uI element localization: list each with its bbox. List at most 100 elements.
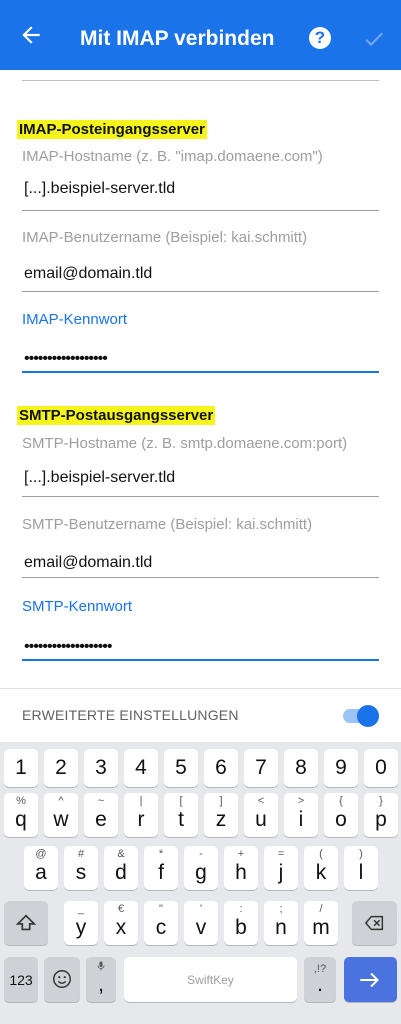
smtp-host-input[interactable]: [...].beispiel-server.tld xyxy=(24,469,175,487)
key-alt-label: ^ xyxy=(58,795,64,807)
key-label: u xyxy=(255,808,267,831)
key-label: z xyxy=(215,808,227,831)
key-k[interactable]: (k xyxy=(304,846,338,890)
key-n[interactable]: ; n xyxy=(264,901,298,945)
smtp-host-label: SMTP-Hostname (z. B. smtp.domaene.com:po… xyxy=(22,435,348,452)
advanced-settings-label: ERWEITERTE EINSTELLUNGEN xyxy=(22,707,239,723)
key-label: 2 xyxy=(55,756,67,779)
key-u[interactable]: < u xyxy=(244,793,278,837)
space-key[interactable]: SwiftKey xyxy=(124,957,297,1002)
enter-key[interactable] xyxy=(344,957,397,1002)
emoji-key[interactable] xyxy=(44,957,80,1002)
key-9[interactable]: 9 xyxy=(324,749,358,787)
key-alt-label: # xyxy=(77,848,85,860)
key-g[interactable]: -g xyxy=(184,846,218,890)
key-2[interactable]: 2 xyxy=(44,749,78,787)
backspace-key[interactable] xyxy=(352,901,397,945)
check-icon[interactable] xyxy=(362,27,386,51)
key-h[interactable]: + h xyxy=(224,846,258,890)
key-alt-label: : xyxy=(239,903,243,915)
comma-key[interactable]: , xyxy=(86,957,116,1002)
key-label: o xyxy=(335,808,347,831)
key-f[interactable]: * f xyxy=(144,846,178,890)
key-label: v xyxy=(195,916,207,939)
key-alt-label: < xyxy=(257,795,265,807)
key-7[interactable]: 7 xyxy=(244,749,278,787)
smtp-password-label: SMTP-Kennwort xyxy=(22,598,133,615)
imap-password-label: IMAP-Kennwort xyxy=(22,311,128,328)
key-1[interactable]: 1 xyxy=(4,749,38,787)
key-label: 9 xyxy=(335,756,347,779)
key-alt-label: & xyxy=(117,848,125,860)
key-alt-label: ' xyxy=(199,903,203,915)
key-l[interactable]: ) l xyxy=(344,846,378,890)
shift-key[interactable] xyxy=(4,901,48,945)
smtp-user-input[interactable]: email@domain.tld xyxy=(24,554,152,572)
key-0[interactable]: 0 xyxy=(364,749,398,787)
imap-host-label: IMAP-Hostname (z. B. "imap.domaene.com") xyxy=(22,148,323,165)
help-circle-icon[interactable]: ? xyxy=(309,27,331,49)
key-alt-label: / xyxy=(319,903,323,915)
key-z[interactable]: ] z xyxy=(204,793,238,837)
key-alt-label: + xyxy=(237,848,245,860)
key-alt-label: ) xyxy=(359,848,363,860)
smtp-password-input[interactable]: ••••••••••••••••••• xyxy=(24,638,112,656)
key-5[interactable]: 5 xyxy=(164,749,198,787)
key-y[interactable]: _ y xyxy=(64,901,98,945)
key-label: 1 xyxy=(15,756,27,779)
key-alt-label: ~ xyxy=(97,795,105,807)
key-label: q xyxy=(15,808,27,831)
imap-user-input[interactable]: email@domain.tld xyxy=(24,265,152,283)
key-b[interactable]: :b xyxy=(224,901,258,945)
advanced-settings-toggle[interactable] xyxy=(343,705,379,727)
imap-host-input[interactable]: [...].beispiel-server.tld xyxy=(24,180,175,198)
key-label: b xyxy=(235,916,247,939)
key-r[interactable]: | r xyxy=(124,793,158,837)
imap-password-input[interactable]: •••••••••••••••••• xyxy=(24,350,108,368)
key-v[interactable]: ' v xyxy=(184,901,218,945)
key-t[interactable]: [t xyxy=(164,793,198,837)
smtp-password-underline xyxy=(22,659,379,661)
key-label: 5 xyxy=(175,756,187,779)
key-alt-label: - xyxy=(199,848,203,860)
key-alt-label: _ xyxy=(77,903,85,915)
key-alt-label: € xyxy=(117,903,125,915)
key-alt-label: % xyxy=(16,795,26,807)
key-label: y xyxy=(75,916,87,939)
key-a[interactable]: @ a xyxy=(24,846,58,890)
key-w[interactable]: ^ w xyxy=(44,793,78,837)
key-q[interactable]: % q xyxy=(4,793,38,837)
key-i[interactable]: > i xyxy=(284,793,318,837)
key-3[interactable]: 3 xyxy=(84,749,118,787)
arrow-right-icon xyxy=(360,972,379,988)
key-alt-label: " xyxy=(159,903,163,915)
key-j[interactable]: = j xyxy=(264,846,298,890)
symbols-key[interactable]: 123 xyxy=(4,957,38,1002)
period-key[interactable]: ,!?. xyxy=(304,957,336,1002)
key-o[interactable]: {o xyxy=(324,793,358,837)
key-c[interactable]: " c xyxy=(144,901,178,945)
key-x[interactable]: € x xyxy=(104,901,138,945)
key-alt-label: > xyxy=(297,795,305,807)
key-label: m xyxy=(312,916,330,939)
key-label: f xyxy=(158,861,164,884)
key-label: 7 xyxy=(255,756,267,779)
key-label: j xyxy=(278,861,284,884)
key-d[interactable]: & d xyxy=(104,846,138,890)
arrow-left-icon[interactable] xyxy=(18,22,44,48)
key-label: x xyxy=(115,916,127,939)
key-6[interactable]: 6 xyxy=(204,749,238,787)
key-label: e xyxy=(95,808,107,831)
imap-user-underline xyxy=(22,291,379,292)
key-label: 0 xyxy=(375,756,387,779)
key-s[interactable]: # s xyxy=(64,846,98,890)
emoji-icon xyxy=(53,970,71,988)
key-4[interactable]: 4 xyxy=(124,749,158,787)
key-p[interactable]: } p xyxy=(364,793,398,837)
key-alt-label: * xyxy=(158,848,164,860)
key-8[interactable]: 8 xyxy=(284,749,318,787)
key-e[interactable]: ~ e xyxy=(84,793,118,837)
key-label: s xyxy=(75,861,87,884)
key-label: w xyxy=(53,808,69,831)
key-m[interactable]: / m xyxy=(304,901,338,945)
